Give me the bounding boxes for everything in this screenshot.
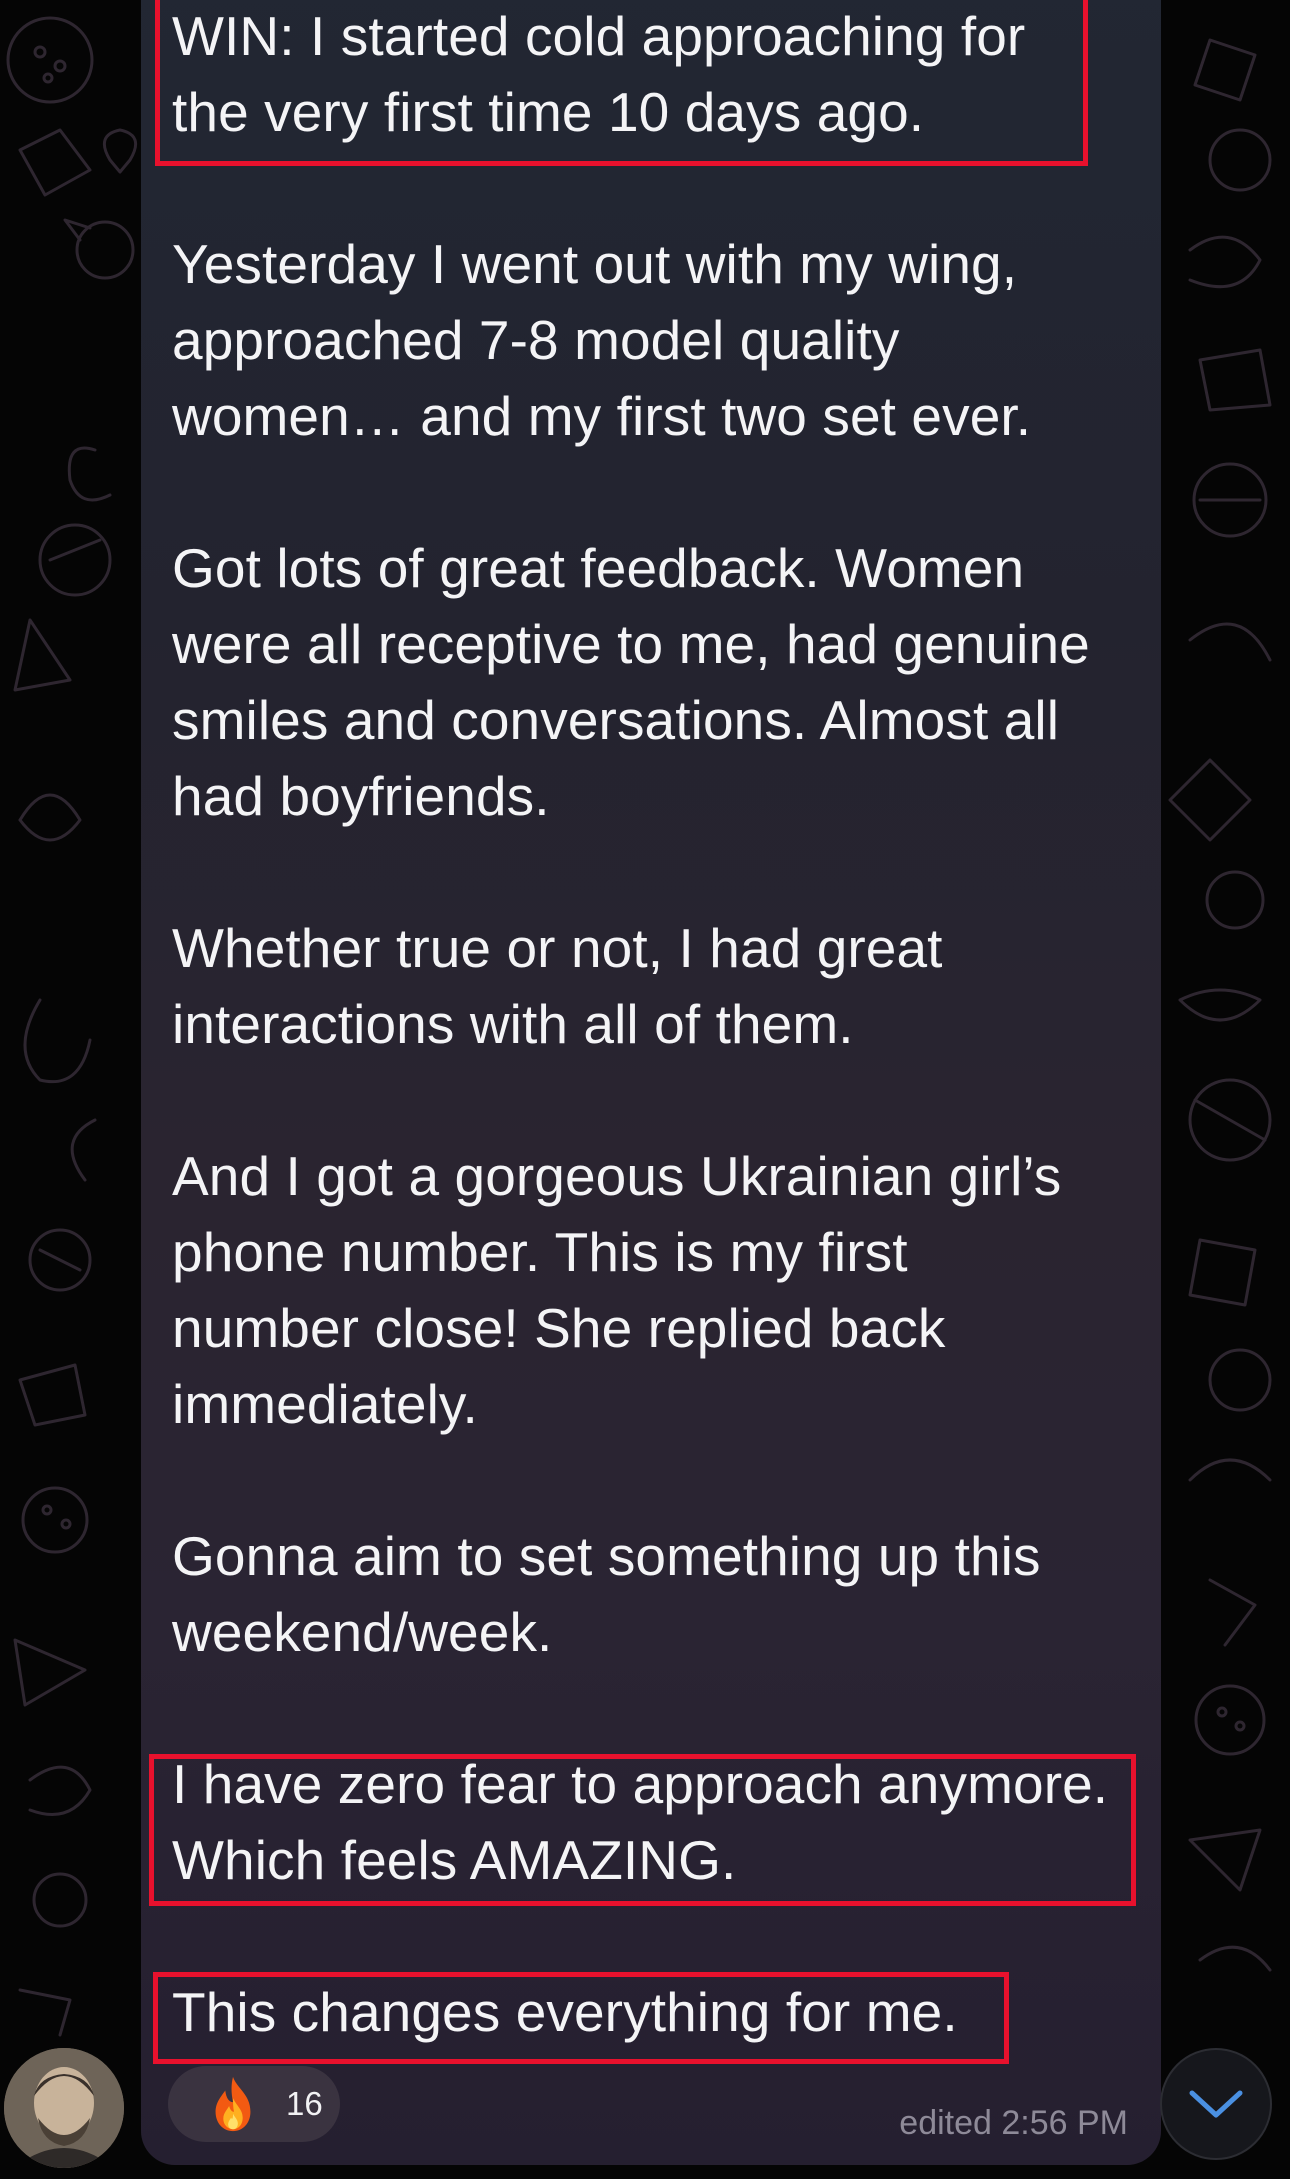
reaction-count: 16 <box>286 2085 323 2122</box>
message-line: smiles and conversations. Almost all <box>172 689 1060 751</box>
fire-icon <box>215 2076 251 2132</box>
chevron-down-icon <box>1189 2090 1243 2118</box>
message-line: Gonna aim to set something up this <box>172 1525 1041 1587</box>
chat-view: WIN: I started cold approaching for the … <box>0 0 1290 2179</box>
message-line: phone number. This is my first <box>172 1221 908 1283</box>
avatar[interactable] <box>4 2048 124 2168</box>
message-line: number close! She replied back <box>172 1297 946 1359</box>
highlight-box <box>155 0 1088 166</box>
message-line: Whether true or not, I had great <box>172 917 943 979</box>
reaction-chip[interactable]: 16 <box>168 2066 340 2142</box>
message-line: Got lots of great feedback. Women <box>172 537 1025 599</box>
edited-timestamp: edited 2:56 PM <box>899 2104 1128 2142</box>
avatar-photo <box>4 2048 124 2168</box>
message-line: And I got a gorgeous Ukrainian girl’s <box>172 1145 1062 1207</box>
message-line: interactions with all of them. <box>172 993 854 1055</box>
message-line: weekend/week. <box>172 1601 553 1663</box>
message-line: had boyfriends. <box>172 765 550 827</box>
scroll-down-button[interactable] <box>1160 2048 1272 2160</box>
message-line: immediately. <box>172 1373 478 1435</box>
message-line: women… and my first two set ever. <box>172 385 1032 447</box>
highlight-box <box>149 1754 1136 1906</box>
message-line: Yesterday I went out with my wing, <box>172 233 1018 295</box>
message-line: approached 7-8 model quality <box>172 309 900 371</box>
highlight-box <box>153 1972 1009 2064</box>
message-line: were all receptive to me, had genuine <box>172 613 1090 675</box>
